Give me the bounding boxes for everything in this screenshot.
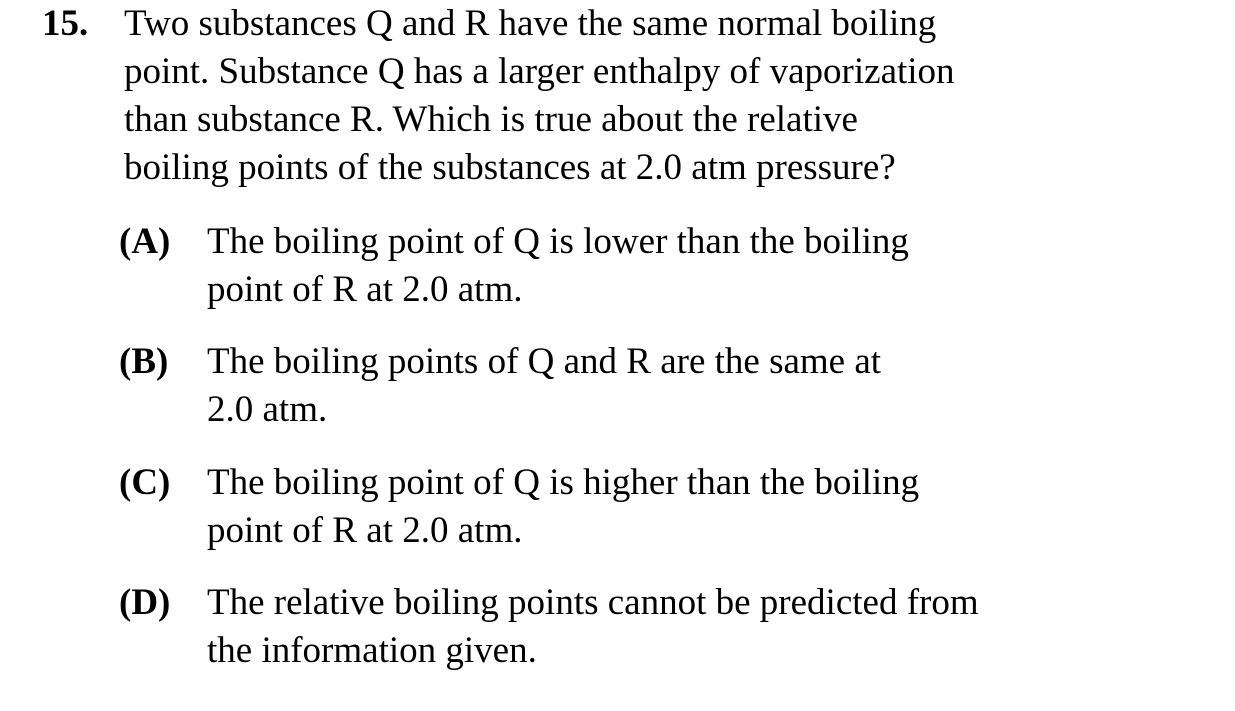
stem-line: than substance R. Which is true about th…	[124, 99, 858, 140]
choice-text: The boiling point of Q is higher than th…	[207, 459, 919, 555]
question-number: 15.	[42, 3, 89, 44]
choice-letter: (C)	[119, 462, 171, 503]
stem-line: Two substances Q and R have the same nor…	[124, 3, 937, 44]
choice-b[interactable]: (B) The boiling points of Q and R are th…	[0, 338, 1235, 438]
choice-letter: (A)	[119, 221, 171, 262]
choice-text: The boiling points of Q and R are the sa…	[207, 338, 881, 434]
question-stem: Two substances Q and R have the same nor…	[124, 0, 1124, 192]
stem-line: point. Substance Q has a larger enthalpy…	[124, 51, 955, 92]
choice-c[interactable]: (C) The boiling point of Q is higher tha…	[0, 459, 1235, 559]
choice-line: The boiling point of Q is higher than th…	[207, 462, 920, 503]
stem-line: boiling points of the substances at 2.0 …	[124, 147, 896, 188]
choice-text: The relative boiling points cannot be pr…	[207, 579, 979, 675]
choice-d[interactable]: (D) The relative boiling points cannot b…	[0, 579, 1235, 679]
choice-letter: (D)	[119, 582, 171, 623]
choice-line: point of R at 2.0 atm.	[207, 269, 523, 310]
choice-line: point of R at 2.0 atm.	[207, 510, 523, 551]
choice-line: 2.0 atm.	[207, 389, 328, 430]
choice-line: The boiling point of Q is lower than the…	[207, 221, 909, 262]
choice-a[interactable]: (A) The boiling point of Q is lower than…	[0, 218, 1235, 318]
choice-line: The boiling points of Q and R are the sa…	[207, 341, 882, 382]
choice-line: The relative boiling points cannot be pr…	[207, 582, 979, 623]
choice-line: the information given.	[207, 630, 537, 671]
choice-text: The boiling point of Q is lower than the…	[207, 218, 909, 314]
choice-letter: (B)	[119, 341, 169, 382]
